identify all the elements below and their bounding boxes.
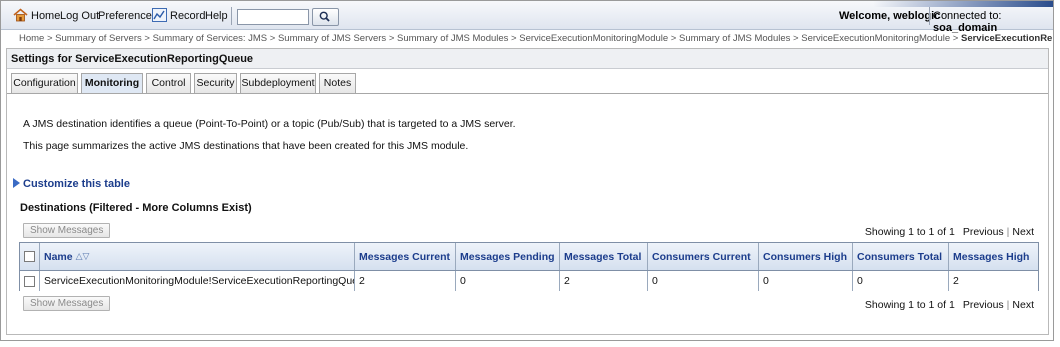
expand-triangle-icon (13, 178, 20, 188)
help-link[interactable]: Help (205, 10, 228, 22)
consumers-current-value: 0 (648, 271, 759, 291)
column-header-consumers-total[interactable]: Consumers Total (853, 243, 949, 270)
preferences-link[interactable]: Preferences (98, 10, 157, 22)
search-icon (319, 11, 330, 22)
column-header-consumers-current[interactable]: Consumers Current (648, 243, 759, 270)
next-link[interactable]: Next (1012, 299, 1034, 311)
top-toolbar: Home Log Out Preferences Record Help Wel… (1, 1, 1053, 34)
breadcrumb-link[interactable]: Summary of Services: JMS > (153, 33, 276, 44)
summary-text: This page summarizes the active JMS dest… (23, 140, 469, 152)
column-header-messages-current[interactable]: Messages Current (355, 243, 456, 270)
paging-separator: | (1006, 226, 1010, 238)
app-window: Home Log Out Preferences Record Help Wel… (0, 0, 1054, 341)
breadcrumb-link[interactable]: Summary of JMS Servers > (278, 33, 394, 44)
consumers-total-value: 0 (853, 271, 949, 291)
column-header-messages-high[interactable]: Messages High (949, 243, 1039, 270)
tab-subdeployment[interactable]: Subdeployment (240, 73, 316, 93)
tab-monitoring[interactable]: Monitoring (81, 73, 143, 94)
breadcrumb-link[interactable]: Summary of Servers > (55, 33, 150, 44)
destination-name[interactable]: ServiceExecutionMonitoringModule!Service… (40, 271, 355, 291)
breadcrumb-link[interactable]: ServiceExecutionMonitoringModule > (801, 33, 958, 44)
row-select-cell (20, 271, 40, 291)
panel-title: Settings for ServiceExecutionReportingQu… (7, 49, 1048, 69)
customize-table-link[interactable]: Customize this table (13, 178, 130, 190)
column-header-name[interactable]: Name △▽ (40, 243, 355, 270)
customize-label: Customize this table (23, 178, 130, 190)
settings-panel: Settings for ServiceExecutionReportingQu… (6, 48, 1049, 335)
breadcrumb-link[interactable]: Summary of JMS Modules > (679, 33, 799, 44)
home-link[interactable]: Home (31, 10, 60, 22)
search-button[interactable] (312, 8, 339, 26)
consumers-high-value: 0 (759, 271, 853, 291)
search-input[interactable] (237, 9, 309, 25)
breadcrumb-link[interactable]: ServiceExecutionMonitoringModule > (519, 33, 676, 44)
tab-notes[interactable]: Notes (319, 73, 356, 93)
previous-link[interactable]: Previous (963, 299, 1004, 311)
logout-link[interactable]: Log Out (60, 10, 99, 22)
breadcrumb-link[interactable]: Summary of JMS Modules > (397, 33, 517, 44)
connected-label: Connected to: (933, 10, 1002, 22)
messages-pending-value: 0 (456, 271, 560, 291)
toolbar-divider (929, 7, 930, 25)
breadcrumb-link[interactable]: Home > (19, 33, 53, 44)
brand-stripe (873, 1, 1053, 7)
description-text: A JMS destination identifies a queue (Po… (23, 118, 516, 130)
column-header-messages-total[interactable]: Messages Total (560, 243, 648, 270)
paging-status: Showing 1 to 1 of 1 (864, 226, 955, 238)
messages-total-value: 2 (560, 271, 648, 291)
breadcrumb: Home > Summary of Servers > Summary of S… (19, 33, 1053, 44)
table-row[interactable]: ServiceExecutionMonitoringModule!Service… (20, 271, 1038, 291)
sort-icon[interactable]: △▽ (76, 251, 90, 262)
record-icon[interactable] (152, 8, 167, 22)
pagination: Showing 1 to 1 of 1 Previous | Next (865, 299, 1034, 311)
tab-divider (7, 93, 1048, 94)
show-messages-button[interactable]: Show Messages (23, 296, 111, 311)
home-icon[interactable] (13, 8, 28, 22)
paging-status: Showing 1 to 1 of 1 (864, 299, 955, 311)
select-all-checkbox[interactable] (24, 251, 35, 262)
tab-control[interactable]: Control (146, 73, 191, 93)
paging-separator: | (1006, 299, 1010, 311)
tab-configuration[interactable]: Configuration (11, 73, 78, 93)
connection-status: Connected to: soa_domain (933, 10, 1053, 34)
messages-high-value: 2 (953, 275, 959, 287)
record-link[interactable]: Record (170, 10, 205, 22)
previous-link[interactable]: Previous (963, 226, 1004, 238)
column-header-consumers-high[interactable]: Consumers High (759, 243, 853, 270)
show-messages-button[interactable]: Show Messages (23, 223, 111, 238)
column-header-messages-pending[interactable]: Messages Pending (456, 243, 560, 270)
column-header-label: Name (44, 250, 73, 263)
breadcrumb-current: ServiceExecutionReportingQueue (960, 33, 1053, 44)
row-checkbox[interactable] (24, 275, 35, 287)
next-link[interactable]: Next (1012, 226, 1034, 238)
pagination: Showing 1 to 1 of 1 Previous | Next (865, 226, 1034, 238)
select-all-cell (20, 243, 40, 270)
table-title: Destinations (Filtered - More Columns Ex… (20, 202, 252, 214)
destinations-table: Name △▽ Messages Current Messages Pending… (19, 242, 1039, 291)
welcome-text: Welcome, weblogic (839, 10, 941, 22)
tab-security[interactable]: Security (194, 73, 237, 93)
table-header: Name △▽ Messages Current Messages Pending… (20, 243, 1038, 271)
messages-current-value: 2 (355, 271, 456, 291)
toolbar-divider (231, 7, 232, 25)
